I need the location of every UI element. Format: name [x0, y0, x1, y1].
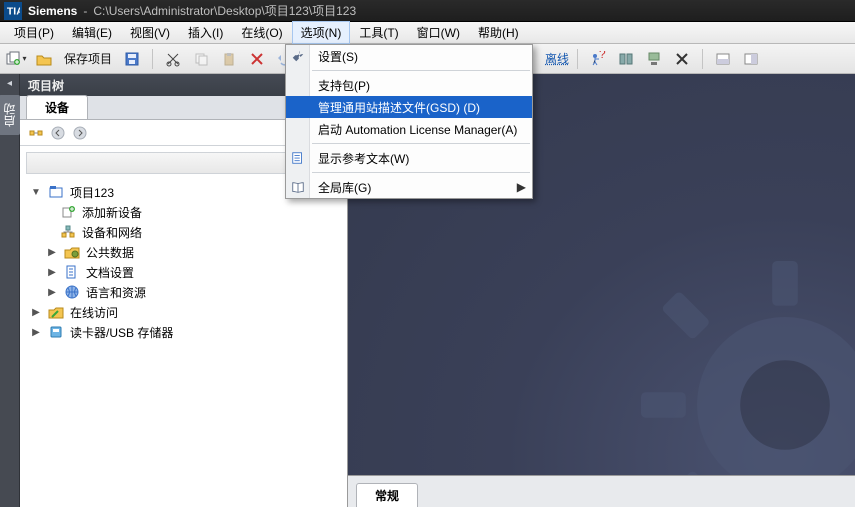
tree-node-doc-settings[interactable]: ▶ 文档设置: [26, 262, 341, 282]
menu-item-global-libraries[interactable]: 全局库(G) ▶: [286, 176, 532, 198]
close-editor-button[interactable]: [670, 47, 694, 71]
expand-toggle-icon[interactable]: ▶: [30, 307, 42, 318]
tree-node-label: 语言和资源: [86, 284, 146, 301]
menu-separator: [312, 172, 530, 173]
tree-node-label: 添加新设备: [82, 204, 142, 221]
tree-node-lang-res[interactable]: ▶ 语言和资源: [26, 282, 341, 302]
menu-window[interactable]: 窗口(W): [409, 22, 468, 43]
save-project-label[interactable]: 保存项目: [60, 50, 116, 67]
tree-node-add-device[interactable]: 添加新设备: [26, 202, 341, 222]
window-titlebar: TIA Siemens - C:\Users\Administrator\Des…: [0, 0, 855, 22]
wrench-icon: [290, 48, 306, 64]
doc-settings-icon: [64, 264, 80, 280]
open-project-button[interactable]: [32, 47, 56, 71]
toolbar-separator: [152, 49, 153, 69]
app-icon: TIA: [4, 2, 22, 20]
tree-node-label: 在线访问: [70, 304, 118, 321]
menu-separator: [312, 70, 530, 71]
app-name: Siemens: [28, 4, 77, 18]
cut-button[interactable]: [161, 47, 185, 71]
reference-icon: [290, 150, 306, 166]
expand-toggle-icon[interactable]: ▶: [46, 247, 58, 258]
tree-node-label: 读卡器/USB 存储器: [70, 324, 173, 341]
menu-options[interactable]: 选项(N): [293, 22, 350, 43]
options-dropdown: 设置(S) 支持包(P) 管理通用站描述文件(GSD) (D) 启动 Autom…: [285, 44, 533, 199]
tree-node-label: 项目123: [70, 184, 114, 201]
menu-item-settings[interactable]: 设置(S): [286, 45, 532, 67]
split-vertical-button[interactable]: [739, 47, 763, 71]
menu-view[interactable]: 视图(V): [122, 22, 178, 43]
nav-back-button[interactable]: [50, 125, 66, 141]
delete-button[interactable]: [245, 47, 269, 71]
tree-node-label: 公共数据: [86, 244, 134, 261]
devices-net-icon: [60, 224, 76, 240]
menu-item-support-packages[interactable]: 支持包(P): [286, 74, 532, 96]
online-access-icon: [48, 304, 64, 320]
tab-devices[interactable]: 设备: [26, 95, 88, 119]
lang-res-icon: [64, 284, 80, 300]
project-icon: [48, 184, 64, 200]
go-offline-button[interactable]: 离线: [545, 47, 569, 71]
expand-toggle-icon[interactable]: ▶: [30, 327, 42, 338]
tree-node-label: 文档设置: [86, 264, 134, 281]
menu-help[interactable]: 帮助(H): [470, 22, 527, 43]
menu-item-start-alm[interactable]: 启动 Automation License Manager(A): [286, 118, 532, 140]
copy-button[interactable]: [189, 47, 213, 71]
toolbar-separator: [577, 49, 578, 69]
rail-caret-icon[interactable]: ◂: [7, 78, 12, 89]
device-view-button[interactable]: [614, 47, 638, 71]
menu-item-label: 全局库(G): [318, 179, 508, 196]
blank-icon: [290, 121, 306, 137]
expand-toggle-icon[interactable]: ▼: [30, 187, 42, 198]
menu-item-label: 设置(S): [318, 48, 526, 65]
menu-edit[interactable]: 编辑(E): [64, 22, 120, 43]
menu-item-label: 支持包(P): [318, 77, 526, 94]
title-sep: -: [83, 4, 87, 18]
tree-node-devices-networks[interactable]: 设备和网络: [26, 222, 341, 242]
menu-item-show-ref-text[interactable]: 显示参考文本(W): [286, 147, 532, 169]
menubar: 项目(P) 编辑(E) 视图(V) 插入(I) 在线(O) 选项(N) 工具(T…: [0, 22, 855, 44]
submenu-arrow-icon: ▶: [516, 180, 526, 194]
new-project-button[interactable]: ▾: [4, 47, 28, 71]
split-horizontal-button[interactable]: [711, 47, 735, 71]
toolbar-separator: [702, 49, 703, 69]
menu-item-manage-gsd[interactable]: 管理通用站描述文件(GSD) (D): [286, 96, 532, 118]
menu-item-label: 启动 Automation License Manager(A): [318, 121, 526, 138]
project-tree: ▼ 项目123 添加新设备 设备和网络 ▶: [20, 146, 347, 507]
accessible-names-button[interactable]: ?: [586, 47, 610, 71]
expand-toggle-icon[interactable]: ▶: [46, 287, 58, 298]
inspector-tabstrip: 常规: [348, 475, 855, 507]
left-rail: ◂ 启动: [0, 74, 20, 507]
tree-node-label: 设备和网络: [82, 224, 142, 241]
menu-project[interactable]: 项目(P): [6, 22, 62, 43]
tree-node-public-data[interactable]: ▶ 公共数据: [26, 242, 341, 262]
menu-separator: [312, 143, 530, 144]
svg-text:?: ?: [599, 51, 606, 61]
menu-item-label: 显示参考文本(W): [318, 150, 526, 167]
svg-text:TIA: TIA: [7, 5, 20, 17]
tab-general[interactable]: 常规: [356, 483, 418, 507]
network-view-button[interactable]: [642, 47, 666, 71]
document-path: C:\Users\Administrator\Desktop\项目123\项目1…: [93, 2, 356, 19]
blank-icon: [290, 99, 306, 115]
menu-item-label: 管理通用站描述文件(GSD) (D): [318, 99, 526, 116]
add-device-icon: [60, 204, 76, 220]
tree-node-card-reader[interactable]: ▶ 读卡器/USB 存储器: [26, 322, 341, 342]
card-reader-icon: [48, 324, 64, 340]
save-button[interactable]: [120, 47, 144, 71]
paste-button[interactable]: [217, 47, 241, 71]
rail-tab-start[interactable]: 启动: [0, 95, 20, 135]
menu-insert[interactable]: 插入(I): [180, 22, 231, 43]
library-icon: [290, 179, 306, 195]
expand-toggle-icon[interactable]: ▶: [46, 267, 58, 278]
menu-tools[interactable]: 工具(T): [351, 22, 406, 43]
tree-node-online-access[interactable]: ▶ 在线访问: [26, 302, 341, 322]
public-data-icon: [64, 244, 80, 260]
nav-fwd-button[interactable]: [72, 125, 88, 141]
menu-online[interactable]: 在线(O): [233, 22, 290, 43]
gear-watermark-icon: [625, 245, 855, 475]
network-icon[interactable]: [28, 125, 44, 141]
blank-icon: [290, 77, 306, 93]
